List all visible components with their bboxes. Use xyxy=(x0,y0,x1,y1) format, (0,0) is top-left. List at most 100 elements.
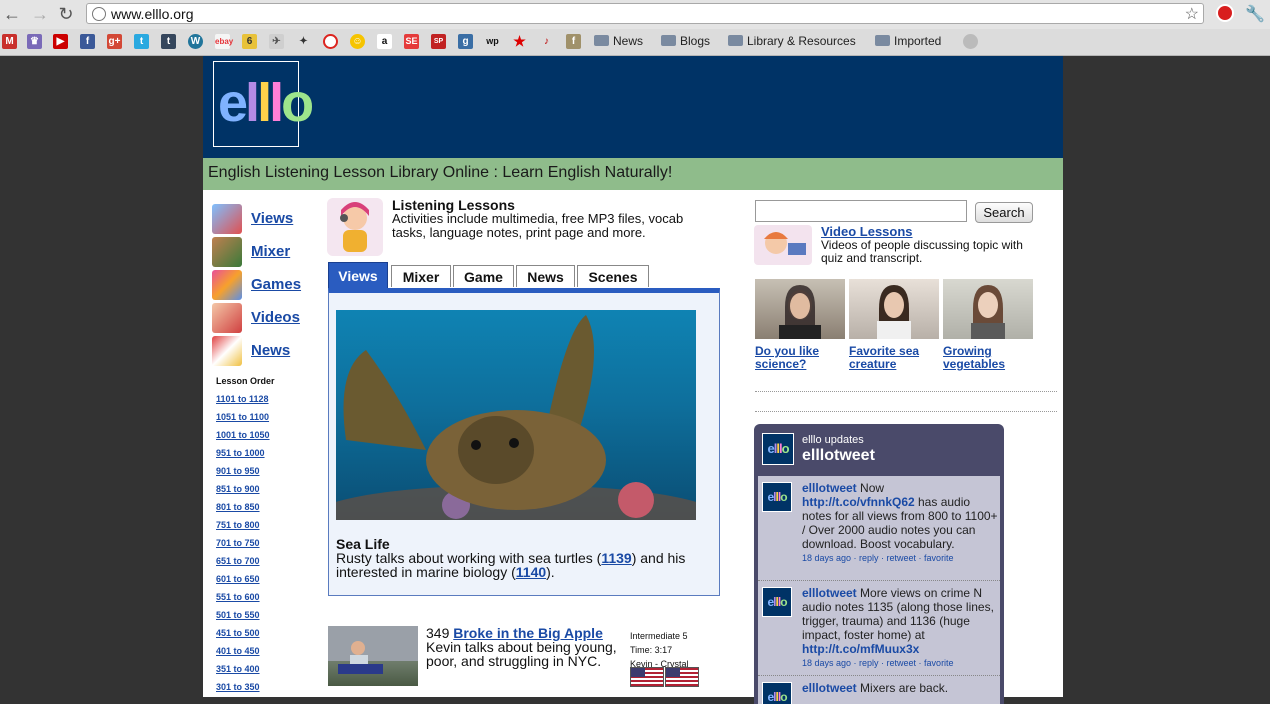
crown-icon[interactable]: ♛ xyxy=(27,34,42,49)
bookmark-folder-news[interactable]: News xyxy=(594,33,643,50)
reload-icon[interactable]: ↻ xyxy=(56,4,76,24)
tweet-meta[interactable]: 18 days ago · reply · retweet · favorite xyxy=(802,551,998,565)
tweet-meta[interactable]: 18 days ago · reply · retweet · favorite xyxy=(802,656,998,670)
range-link[interactable]: 901 to 950 xyxy=(216,466,260,476)
amazon-icon[interactable]: a xyxy=(377,34,392,49)
twitter-widget: elllo elllo updates elllotweet elllo ell… xyxy=(754,424,1004,704)
bookmark-star-icon[interactable]: ☆ xyxy=(1185,4,1199,24)
video-thumbnail[interactable] xyxy=(849,279,939,339)
tweet-url-link[interactable]: http://t.co/vfnnkQ62 xyxy=(802,495,915,509)
video-caption-link[interactable]: Do you like science? xyxy=(755,345,849,371)
video-caption-link[interactable]: Growing vegetables xyxy=(943,345,1037,371)
wp-icon[interactable]: wp xyxy=(485,34,500,49)
video-thumbnail[interactable] xyxy=(755,279,845,339)
lesson-time: Time: 3:17 xyxy=(630,645,673,655)
globe-icon[interactable] xyxy=(963,34,978,49)
sidebar-link[interactable]: Videos xyxy=(251,309,300,326)
tweet-body: Now xyxy=(860,481,885,495)
smiley-icon[interactable]: ☺ xyxy=(350,34,365,49)
range-link[interactable]: 801 to 850 xyxy=(216,502,260,512)
bookmark-folder-imported[interactable]: Imported xyxy=(875,33,941,50)
search-button[interactable]: Search xyxy=(975,202,1033,223)
sidebar-link[interactable]: Views xyxy=(251,210,293,227)
range-link[interactable]: 301 to 350 xyxy=(216,682,260,692)
tweet-avatar[interactable]: elllo xyxy=(762,482,792,512)
tab-news[interactable]: News xyxy=(516,265,575,287)
range-link[interactable]: 501 to 550 xyxy=(216,610,260,620)
tagline: English Listening Lesson Library Online … xyxy=(208,164,673,181)
tweet-list: elllo elllotweet Now http://t.co/vfnnkQ6… xyxy=(758,476,1000,704)
g-icon[interactable]: g xyxy=(458,34,473,49)
wrench-menu-icon[interactable]: 🔧 xyxy=(1245,4,1265,24)
address-bar[interactable]: www.elllo.org ☆ xyxy=(86,3,1204,24)
bookmark-folder-blogs[interactable]: Blogs xyxy=(661,33,710,50)
video-thumbnail[interactable] xyxy=(943,279,1033,339)
forward-icon[interactable]: → xyxy=(30,4,50,24)
lesson-1140-link[interactable]: 1140 xyxy=(516,564,546,580)
google-plus-icon[interactable]: g+ xyxy=(107,34,122,49)
spon-icon[interactable]: SP xyxy=(431,34,446,49)
range-link[interactable]: 951 to 1000 xyxy=(216,448,265,458)
feature-desc-text: ). xyxy=(546,564,555,580)
ebay-icon[interactable]: ebay xyxy=(215,34,233,49)
six-icon[interactable]: 6 xyxy=(242,34,257,49)
twitter-avatar[interactable]: elllo xyxy=(762,433,794,465)
search-input[interactable] xyxy=(755,200,967,222)
tab-scenes[interactable]: Scenes xyxy=(577,265,649,287)
tab-views[interactable]: Views xyxy=(328,262,388,288)
bookmark-folder-library[interactable]: Library & Resources xyxy=(728,33,856,50)
adblock-extension-icon[interactable] xyxy=(1216,4,1234,22)
tweet-avatar[interactable]: elllo xyxy=(762,587,792,617)
range-link[interactable]: 351 to 400 xyxy=(216,664,260,674)
range-link[interactable]: 451 to 500 xyxy=(216,628,260,638)
sea-turtle-image[interactable] xyxy=(336,310,696,520)
tagline-bar: English Listening Lesson Library Online … xyxy=(203,158,1063,190)
url-text[interactable]: www.elllo.org xyxy=(111,6,193,22)
sidebar-link[interactable]: Mixer xyxy=(251,243,290,260)
tweet-avatar[interactable]: elllo xyxy=(762,682,792,704)
facebook-icon[interactable]: f xyxy=(80,34,95,49)
sidebar-link[interactable]: Games xyxy=(251,276,301,293)
range-link[interactable]: 651 to 700 xyxy=(216,556,260,566)
range-link[interactable]: 401 to 450 xyxy=(216,646,260,656)
video-lessons-link[interactable]: Video Lessons xyxy=(821,224,913,239)
hiker-icon[interactable]: ✦ xyxy=(296,34,311,49)
tweet-user-link[interactable]: elllotweet xyxy=(802,481,857,495)
sidebar-link[interactable]: News xyxy=(251,342,290,359)
guitar-icon[interactable]: ♪ xyxy=(539,34,554,49)
tweet-user-link[interactable]: elllotweet xyxy=(802,586,857,600)
range-link[interactable]: 601 to 650 xyxy=(216,574,260,584)
plane-icon[interactable]: ✈ xyxy=(269,34,284,49)
twitter-icon[interactable]: t xyxy=(134,34,149,49)
tweet-body: Mixers are back. xyxy=(860,681,949,695)
range-link[interactable]: 751 to 800 xyxy=(216,520,260,530)
range-link[interactable]: 1101 to 1128 xyxy=(216,394,269,404)
underground-icon[interactable] xyxy=(323,34,338,49)
tweet-url-link[interactable]: http://t.co/mfMuux3x xyxy=(802,642,919,656)
views-panel: Sea Life Rusty talks about working with … xyxy=(328,288,720,596)
range-link[interactable]: 551 to 600 xyxy=(216,592,260,602)
range-link[interactable]: 701 to 750 xyxy=(216,538,260,548)
lesson-1139-link[interactable]: 1139 xyxy=(601,550,631,566)
se-icon[interactable]: SE xyxy=(404,34,419,49)
wordpress-icon[interactable]: W xyxy=(188,34,203,49)
red-star-icon[interactable]: ★ xyxy=(512,34,527,49)
tweet: elllo elllotweet Now http://t.co/vfnnkQ6… xyxy=(758,476,1000,581)
tweet-user-link[interactable]: elllotweet xyxy=(802,681,857,695)
video-caption-link[interactable]: Favorite sea creature xyxy=(849,345,943,371)
f-icon[interactable]: f xyxy=(566,34,581,49)
tab-mixer[interactable]: Mixer xyxy=(391,265,451,287)
mixer-icon xyxy=(212,237,242,267)
range-link[interactable]: 1001 to 1050 xyxy=(216,430,270,440)
range-link[interactable]: 851 to 900 xyxy=(216,484,260,494)
youtube-icon[interactable]: ▶ xyxy=(53,34,68,49)
gmail-icon[interactable]: M xyxy=(2,34,17,49)
folder-label: Imported xyxy=(894,34,942,48)
lesson-thumbnail[interactable] xyxy=(328,626,418,686)
range-link[interactable]: 1051 to 1100 xyxy=(216,412,269,422)
site-logo[interactable]: elllo xyxy=(213,61,314,147)
tumblr-icon[interactable]: t xyxy=(161,34,176,49)
twitter-handle[interactable]: elllotweet xyxy=(802,447,875,465)
tab-game[interactable]: Game xyxy=(453,265,514,287)
back-icon[interactable]: ← xyxy=(2,4,22,24)
